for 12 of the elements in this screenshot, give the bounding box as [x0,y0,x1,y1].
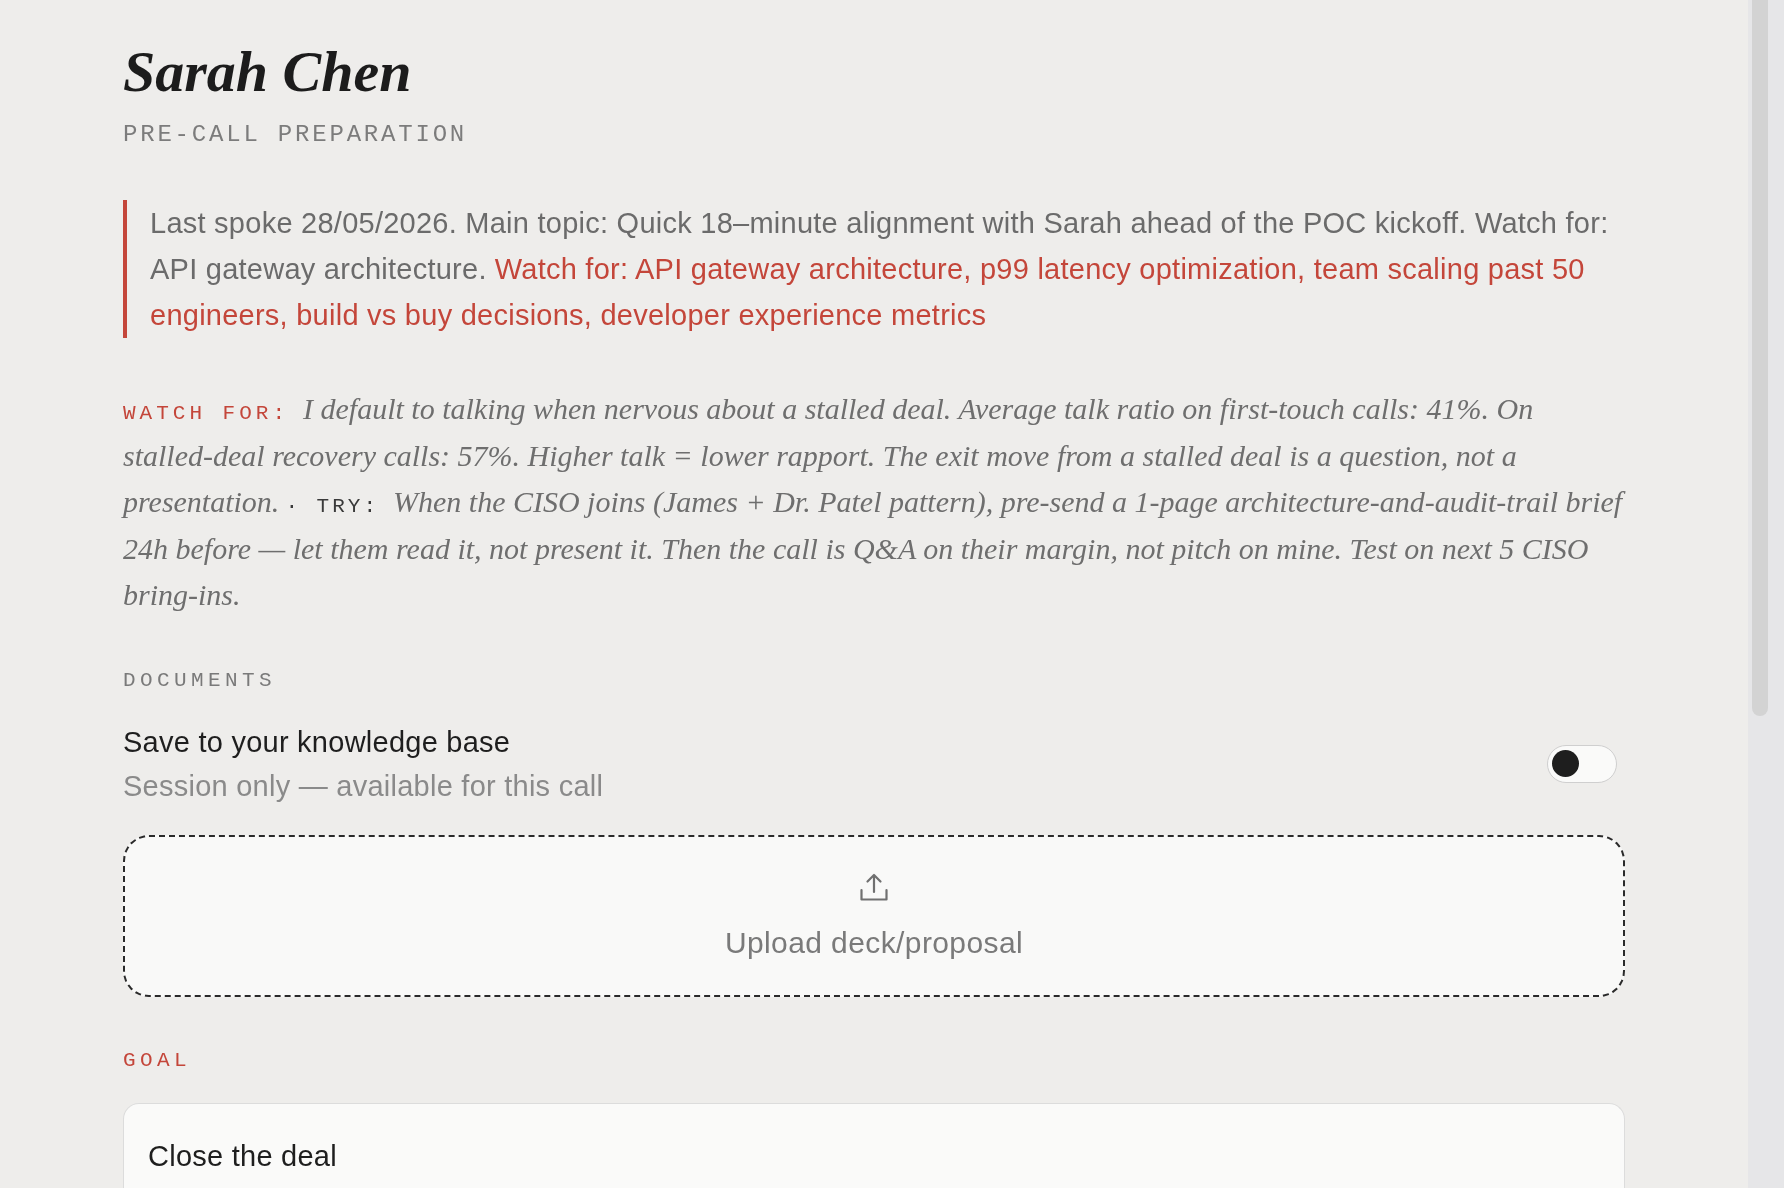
contact-name: Sarah Chen [123,38,412,106]
upload-icon [860,872,888,901]
setting-description: Session only — available for this call [123,768,604,804]
page-subtitle: PRE-CALL PREPARATION [123,120,468,150]
coaching-note: WATCH FOR: I default to talking when nervous about a stalled deal. Average talk ratio on first-touch calls: 41%. On stalled-deal recovery calls: 57%. Higher talk = lower rapport. The exit move from a stalled deal is a question, not a presentation. · TRY: When the CISO joins (James + Dr. Patel pattern), pre-send a 1-page architecture-and-audit-trail brief 24h before — let them read it, not present it. Then the call is Q&A on their margin, not pitch on mine. Test on next 5 CISO bring-ins. [123,386,1625,619]
setting-label: Save to your knowledge base [123,724,511,760]
section-heading: GOAL [123,1047,191,1074]
last-call-note: Last spoke 28/05/2026. Main topic: Quick 18–minute alignment with Sarah ahead of the POC kickoff. Watch for: API gateway architecture. Watch for: API gateway architecture, p99 latency optimization, team scaling past 50 engineers, build vs buy decisions, developer experience metrics [123,200,1625,338]
upload-dropzone[interactable]: Upload deck/proposal [123,834,1625,997]
toggle-switch[interactable] [1547,744,1617,783]
section-heading: DOCUMENTS [123,667,277,694]
goal-field[interactable]: Close the deal [123,1102,1625,1188]
